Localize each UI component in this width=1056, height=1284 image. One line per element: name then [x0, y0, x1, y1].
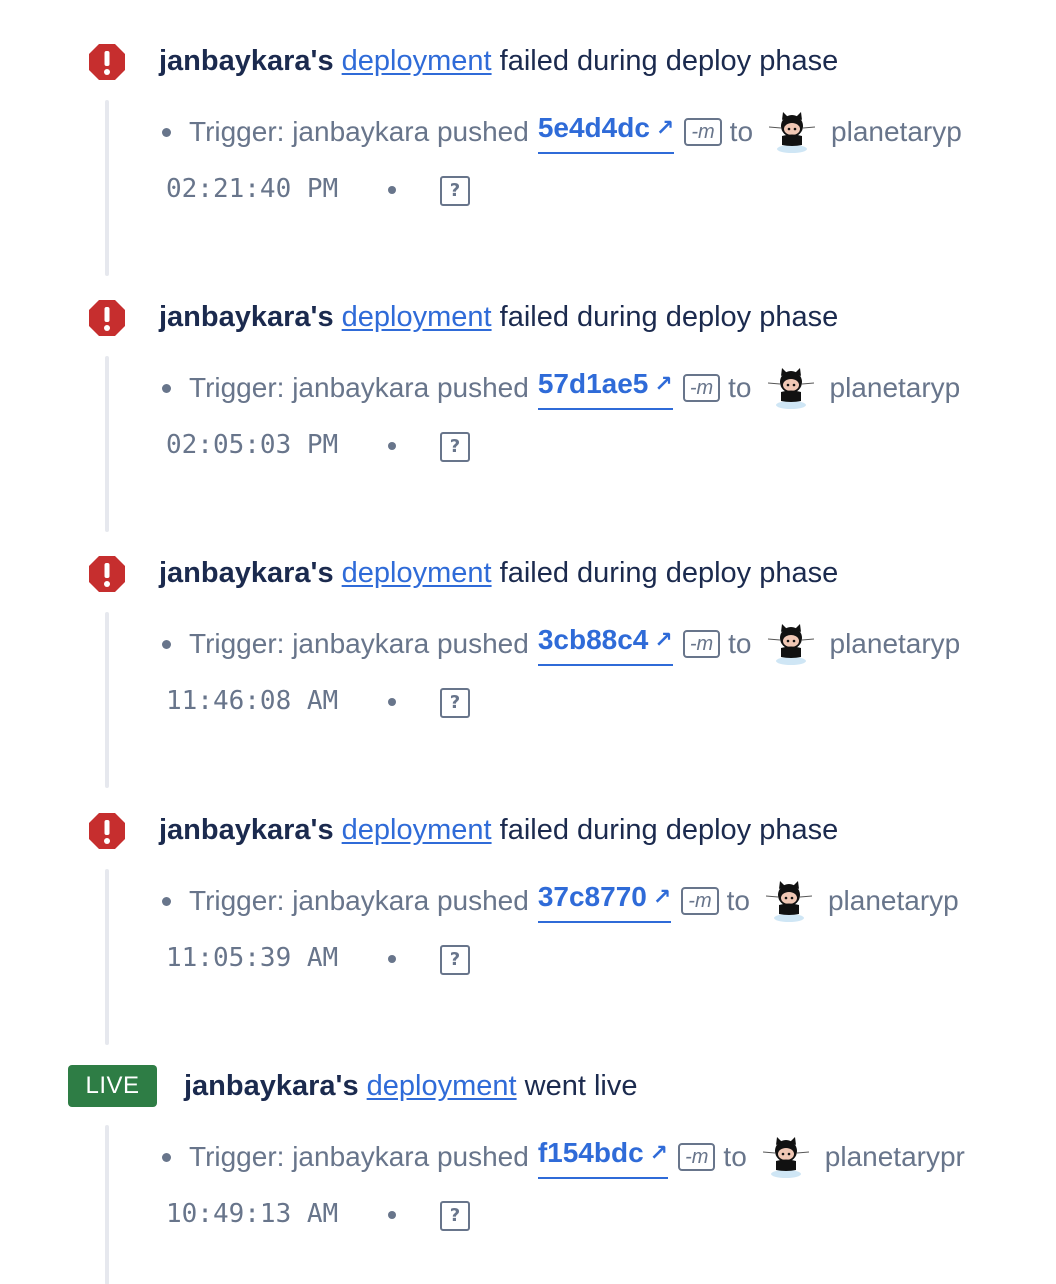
- help-button[interactable]: ?: [440, 945, 470, 975]
- error-icon: [89, 44, 125, 80]
- separator-dot: [388, 1211, 396, 1219]
- trigger-label: Trigger: janbaykara pushed: [189, 628, 529, 659]
- repo-name[interactable]: planetarypr: [825, 1139, 965, 1175]
- github-octocat-icon: [765, 881, 812, 922]
- help-button[interactable]: ?: [440, 1201, 470, 1231]
- entry-title: janbaykara's deployment failed during de…: [159, 299, 838, 335]
- trigger-row: Trigger: janbaykara pushed 37c8770 ↗ -m …: [162, 878, 959, 924]
- bullet-dot: [162, 383, 171, 393]
- trigger-row: Trigger: janbaykara pushed f154bdc ↗ -m …: [162, 1134, 965, 1180]
- timestamp: 11:46:08 AM: [166, 686, 339, 716]
- deployment-link[interactable]: deployment: [367, 1070, 517, 1102]
- timeline-line: [105, 869, 109, 1045]
- timeline-line: [105, 100, 109, 276]
- entry-title: janbaykara's deployment failed during de…: [159, 812, 838, 848]
- commit-hash: 3cb88c4: [537, 624, 649, 655]
- to-label: to: [728, 628, 752, 659]
- external-link-arrow-icon: ↗: [649, 1140, 669, 1165]
- commit-link[interactable]: 5e4d4dc ↗: [537, 110, 675, 154]
- status-message: failed during deploy phase: [499, 557, 839, 589]
- actor-name: janbaykara's: [184, 1070, 359, 1102]
- repo-name[interactable]: planetaryp: [830, 370, 961, 406]
- status-message: failed during deploy phase: [499, 814, 839, 846]
- live-status-badge: LIVE: [68, 1065, 157, 1107]
- entry-title: janbaykara's deployment went live: [184, 1068, 637, 1104]
- message-flag-button[interactable]: -m: [681, 887, 719, 915]
- commit-link[interactable]: 37c8770 ↗: [537, 879, 672, 923]
- github-octocat-icon: [767, 624, 814, 665]
- message-flag-button[interactable]: -m: [682, 630, 721, 658]
- github-octocat-icon: [769, 112, 816, 153]
- to-label: to: [726, 885, 750, 916]
- trigger-label: Trigger: janbaykara pushed: [189, 1141, 529, 1172]
- to-label: to: [728, 372, 752, 403]
- separator-dot: [388, 442, 396, 450]
- entry-title: janbaykara's deployment failed during de…: [159, 43, 838, 79]
- help-button[interactable]: ?: [440, 176, 470, 206]
- status-message: went live: [524, 1070, 638, 1102]
- trigger-row: Trigger: janbaykara pushed 57d1ae5 ↗ -m …: [162, 365, 960, 411]
- actor-name: janbaykara's: [159, 557, 334, 589]
- trigger-row: Trigger: janbaykara pushed 5e4d4dc ↗ -m …: [162, 109, 962, 155]
- deployment-link[interactable]: deployment: [342, 301, 492, 333]
- message-flag-button[interactable]: -m: [684, 118, 722, 146]
- to-label: to: [723, 1141, 747, 1172]
- help-button[interactable]: ?: [440, 432, 470, 462]
- separator-dot: [388, 698, 396, 706]
- message-flag-button[interactable]: -m: [682, 374, 721, 402]
- timestamp: 02:05:03 PM: [166, 430, 339, 460]
- trigger-label: Trigger: janbaykara pushed: [189, 116, 529, 147]
- deployment-link[interactable]: deployment: [342, 45, 492, 77]
- timestamp: 02:21:40 PM: [166, 174, 339, 204]
- deployment-link[interactable]: deployment: [342, 557, 492, 589]
- bullet-dot: [162, 639, 171, 649]
- timestamp: 11:05:39 AM: [166, 943, 339, 973]
- commit-hash: 37c8770: [537, 881, 647, 912]
- external-link-arrow-icon: ↗: [654, 627, 673, 652]
- repo-name[interactable]: planetaryp: [830, 626, 961, 662]
- commit-hash: 5e4d4dc: [537, 112, 650, 143]
- error-icon: [89, 813, 125, 849]
- trigger-label: Trigger: janbaykara pushed: [189, 885, 529, 916]
- timeline-line: [105, 1125, 109, 1284]
- status-message: failed during deploy phase: [499, 301, 839, 333]
- deployment-link[interactable]: deployment: [342, 814, 492, 846]
- bullet-dot: [162, 896, 171, 906]
- error-icon: [89, 300, 125, 336]
- external-link-arrow-icon: ↗: [652, 884, 672, 909]
- message-flag-button[interactable]: -m: [678, 1143, 716, 1171]
- repo-name[interactable]: planetaryp: [828, 883, 959, 919]
- error-icon: [89, 556, 125, 592]
- commit-link[interactable]: 3cb88c4 ↗: [537, 622, 673, 666]
- help-button[interactable]: ?: [440, 688, 470, 718]
- entry-title: janbaykara's deployment failed during de…: [159, 555, 838, 591]
- separator-dot: [388, 186, 396, 194]
- external-link-arrow-icon: ↗: [654, 371, 673, 396]
- external-link-arrow-icon: ↗: [655, 115, 675, 140]
- commit-link[interactable]: 57d1ae5 ↗: [537, 366, 673, 410]
- commit-link[interactable]: f154bdc ↗: [537, 1135, 669, 1179]
- actor-name: janbaykara's: [159, 814, 334, 846]
- trigger-row: Trigger: janbaykara pushed 3cb88c4 ↗ -m …: [162, 621, 960, 667]
- github-octocat-icon: [767, 368, 814, 409]
- to-label: to: [729, 116, 754, 147]
- separator-dot: [388, 955, 396, 963]
- trigger-label: Trigger: janbaykara pushed: [189, 372, 529, 403]
- commit-hash: 57d1ae5: [537, 368, 649, 399]
- bullet-dot: [162, 127, 171, 137]
- status-message: failed during deploy phase: [499, 45, 839, 77]
- timestamp: 10:49:13 AM: [166, 1199, 339, 1229]
- timeline-line: [105, 612, 109, 788]
- actor-name: janbaykara's: [159, 45, 334, 77]
- github-octocat-icon: [762, 1137, 809, 1178]
- repo-name[interactable]: planetaryp: [831, 114, 962, 150]
- bullet-dot: [162, 1152, 171, 1162]
- timeline-line: [105, 356, 109, 532]
- commit-hash: f154bdc: [537, 1137, 644, 1168]
- actor-name: janbaykara's: [159, 301, 334, 333]
